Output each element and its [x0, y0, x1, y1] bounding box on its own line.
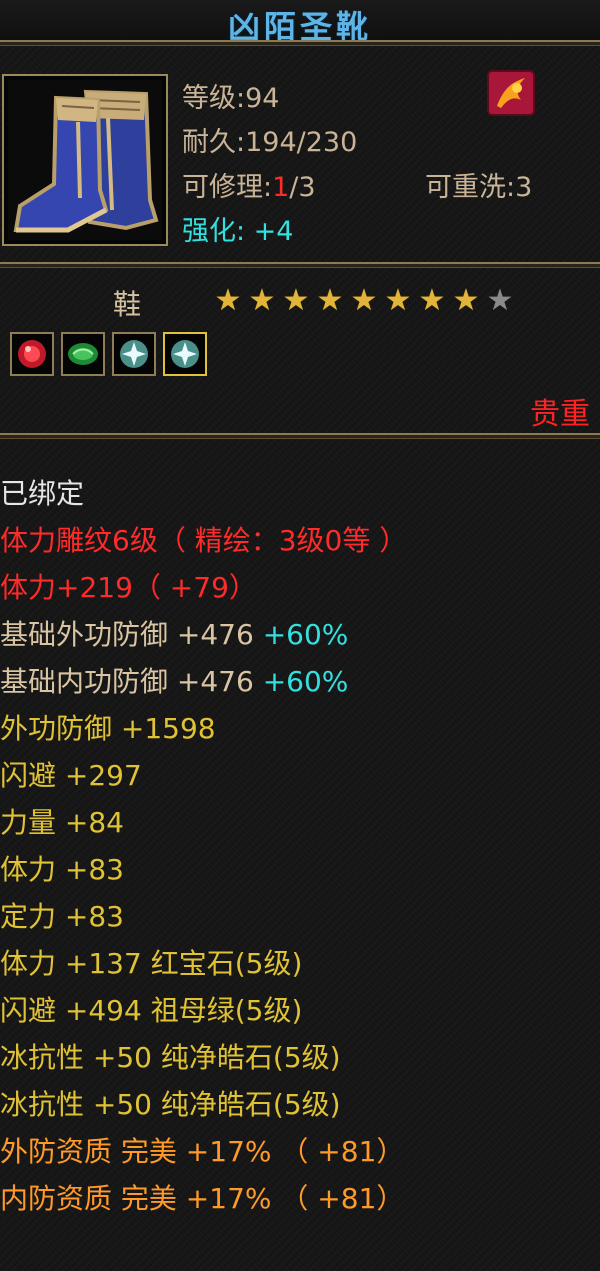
rarity-label: 贵重 — [530, 397, 590, 432]
star-rating: ★ ★ ★ ★ ★ ★ ★ ★ ★ — [213, 286, 515, 316]
repair-stat: 可修理:1/3 — [182, 165, 316, 204]
enhance-stat: 强化: +4 — [182, 216, 294, 247]
attribute-text: 闪避 +494 祖母绿(5级) — [0, 994, 303, 1027]
divider — [0, 40, 600, 46]
attribute-line: 外功防御 +1598 — [0, 707, 216, 747]
star-icon: ★ — [384, 283, 412, 318]
durability-stat: 耐久:194/230 — [182, 127, 358, 158]
attribute-line: 基础内功防御 +476 +60% — [0, 660, 348, 700]
white-crystal-gem-icon — [171, 340, 199, 368]
boots-icon — [8, 80, 162, 240]
attribute-text: 体力 +137 红宝石(5级) — [0, 947, 303, 980]
gem-socket[interactable] — [10, 332, 54, 376]
star-icon: ★ — [452, 283, 480, 318]
attribute-line: 体力 +137 红宝石(5级) — [0, 942, 302, 982]
attribute-text: 体力 +83 — [0, 853, 124, 886]
attribute-text: 外功防御 +1598 — [0, 712, 216, 745]
attribute-line: 基础外功防御 +476 +60% — [0, 613, 348, 653]
attribute-line: 定力 +83 — [0, 895, 124, 935]
attribute-text: 冰抗性 +50 纯净皓石(5级) — [0, 1088, 341, 1121]
attribute-text: 基础外功防御 +476 — [0, 618, 254, 651]
attribute-text: 基础内功防御 +476 — [0, 665, 254, 698]
attribute-text: 内防资质 完美 +17% （ +81） — [0, 1182, 405, 1215]
gem-socket[interactable] — [112, 332, 156, 376]
attribute-line: 力量 +84 — [0, 801, 124, 841]
repair-current: 1 — [272, 172, 290, 203]
attribute-bonus: +60% — [253, 618, 349, 651]
divider — [0, 262, 600, 268]
attribute-text: 闪避 +297 — [0, 759, 142, 792]
attribute-line: 冰抗性 +50 纯净皓石(5级) — [0, 1083, 341, 1123]
item-icon-frame[interactable] — [2, 74, 168, 246]
attribute-line: 外防资质 完美 +17% （ +81） — [0, 1130, 404, 1170]
attribute-line: 闪避 +297 — [0, 754, 142, 794]
item-type: 鞋 — [113, 288, 142, 321]
attribute-line: 冰抗性 +50 纯净皓石(5级) — [0, 1036, 341, 1076]
attribute-text: 已绑定 — [0, 477, 85, 510]
reroll-stat: 可重洗:3 — [425, 172, 533, 203]
attribute-text: 体力+219（ +79） — [0, 571, 257, 604]
level-stat: 等级:94 — [182, 83, 280, 114]
star-icon: ★ — [418, 283, 446, 318]
star-icon: ★ — [248, 283, 276, 318]
gem-socket[interactable] — [61, 332, 105, 376]
attribute-text: 冰抗性 +50 纯净皓石(5级) — [0, 1041, 341, 1074]
star-icon: ★ — [486, 283, 514, 318]
red-gem-icon — [18, 340, 46, 368]
repair-label: 可修理: — [182, 172, 273, 203]
attribute-line: 体力+219（ +79） — [0, 566, 257, 606]
attribute-line: 体力 +83 — [0, 848, 124, 888]
attribute-line: 已绑定 — [0, 472, 84, 512]
white-crystal-gem-icon — [120, 340, 148, 368]
attribute-line: 闪避 +494 祖母绿(5级) — [0, 989, 302, 1029]
star-icon: ★ — [350, 283, 378, 318]
attribute-text: 定力 +83 — [0, 900, 124, 933]
attribute-line: 内防资质 完美 +17% （ +81） — [0, 1177, 404, 1217]
gem-socket[interactable] — [163, 332, 207, 376]
repair-max: /3 — [289, 172, 316, 203]
star-icon: ★ — [316, 283, 344, 318]
green-jade-gem-icon — [68, 343, 98, 365]
star-icon: ★ — [282, 283, 310, 318]
divider — [0, 433, 600, 439]
star-icon: ★ — [214, 283, 242, 318]
attribute-line: 体力雕纹6级（ 精绘：3级0等 ） — [0, 519, 407, 559]
title-bar: 凶陌圣靴 — [0, 0, 600, 46]
attribute-text: 外防资质 完美 +17% （ +81） — [0, 1135, 405, 1168]
attribute-text: 力量 +84 — [0, 806, 124, 839]
attribute-bonus: +60% — [253, 665, 349, 698]
class-emblem-icon — [487, 70, 535, 116]
attribute-text: 体力雕纹6级（ 精绘：3级0等 ） — [0, 524, 408, 557]
gem-sockets — [10, 332, 207, 376]
